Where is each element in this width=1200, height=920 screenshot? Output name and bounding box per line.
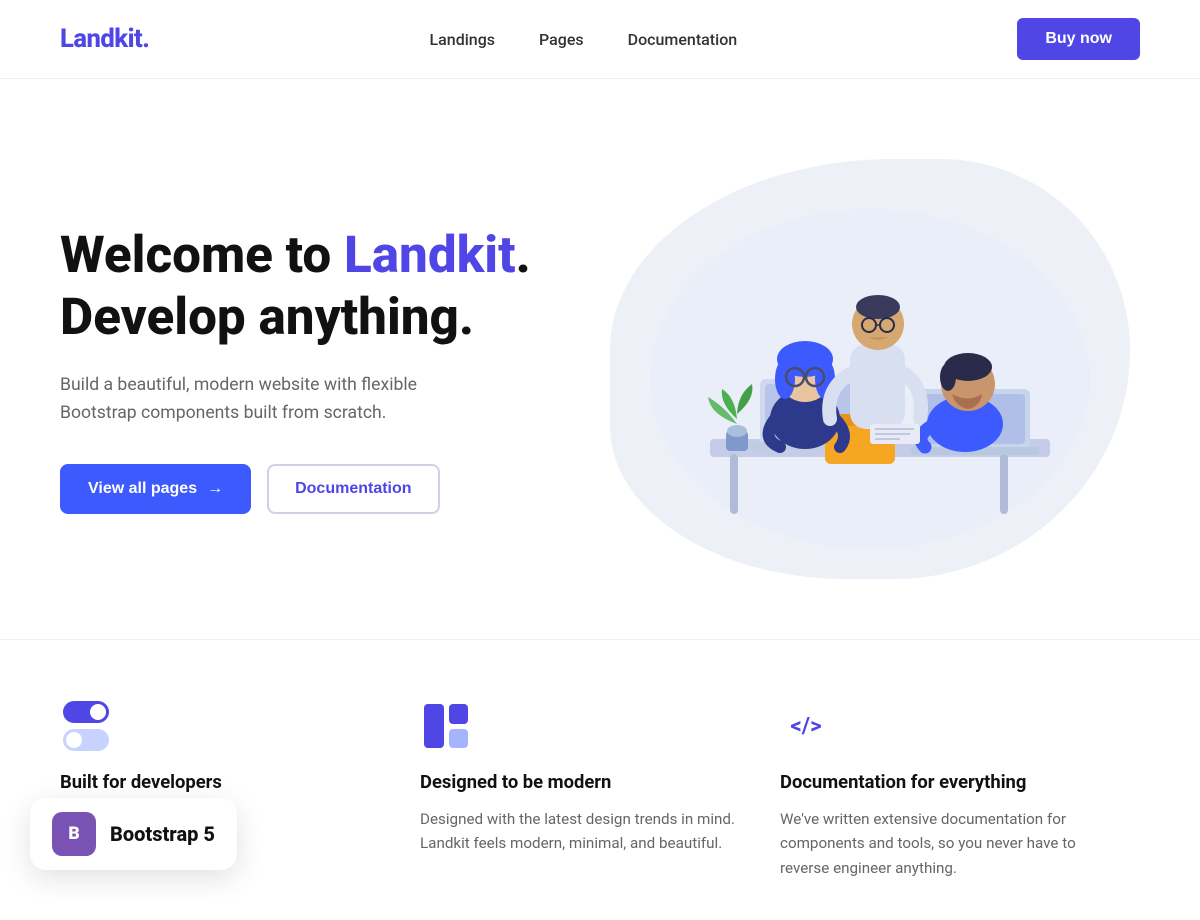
feature-title-developers: Built for developers xyxy=(60,772,400,793)
navbar: Landkit. Landings Pages Documentation Bu… xyxy=(0,0,1200,79)
layout-block-tall xyxy=(424,704,444,748)
view-all-pages-button[interactable]: View all pages → xyxy=(60,464,251,514)
hero-blob xyxy=(610,159,1130,579)
arrow-icon: → xyxy=(207,480,223,498)
layout-block-short2 xyxy=(449,729,469,749)
layout-icon xyxy=(424,704,468,748)
feature-desc-modern: Designed with the latest design trends i… xyxy=(420,807,760,856)
feature-title-documentation: Documentation for everything xyxy=(780,772,1120,793)
hero-title-line2: Develop anything. xyxy=(60,286,474,347)
hero-title-suffix: . xyxy=(516,224,531,285)
toggle-icon xyxy=(63,701,109,751)
feature-modern: Designed to be modern Designed with the … xyxy=(420,700,780,880)
nav-link-pages[interactable]: Pages xyxy=(539,30,584,49)
bootstrap-icon: B xyxy=(52,812,96,856)
feature-icon-developers xyxy=(60,700,112,752)
hero-title-accent: Landkit xyxy=(344,224,516,285)
code-tag-icon: </> xyxy=(790,713,821,739)
hero-title-prefix: Welcome to xyxy=(60,224,344,285)
buy-now-button[interactable]: Buy now xyxy=(1017,18,1140,60)
brand-logo[interactable]: Landkit. xyxy=(60,24,149,54)
bootstrap-badge: B Bootstrap 5 xyxy=(30,798,237,870)
documentation-button[interactable]: Documentation xyxy=(267,464,439,514)
bootstrap-label: Bootstrap 5 xyxy=(110,822,215,846)
feature-icon-modern xyxy=(420,700,472,752)
feature-desc-documentation: We've written extensive documentation fo… xyxy=(780,807,1120,880)
team-illustration xyxy=(630,179,1110,559)
hero-illustration xyxy=(600,159,1140,579)
feature-title-modern: Designed to be modern xyxy=(420,772,760,793)
feature-documentation: </> Documentation for everything We've w… xyxy=(780,700,1140,880)
nav-link-documentation[interactable]: Documentation xyxy=(628,30,738,49)
hero-text: Welcome to Landkit. Develop anything. Bu… xyxy=(60,224,540,513)
toggle-track-off xyxy=(63,729,109,751)
code-open-bracket: </> xyxy=(790,713,821,739)
nav-item-documentation[interactable]: Documentation xyxy=(628,30,738,49)
view-all-pages-label: View all pages xyxy=(88,480,197,498)
feature-icon-documentation: </> xyxy=(780,700,832,752)
layout-block-short1 xyxy=(449,704,469,724)
hero-section: Welcome to Landkit. Develop anything. Bu… xyxy=(0,79,1200,639)
bootstrap-b-letter: B xyxy=(68,824,79,844)
nav-item-pages[interactable]: Pages xyxy=(539,30,584,49)
nav-link-landings[interactable]: Landings xyxy=(430,30,495,49)
hero-title: Welcome to Landkit. Develop anything. xyxy=(60,224,540,347)
nav-links: Landings Pages Documentation xyxy=(430,30,738,49)
hero-buttons: View all pages → Documentation xyxy=(60,464,540,514)
nav-item-landings[interactable]: Landings xyxy=(430,30,495,49)
features-section: Built for developers We make your life e… xyxy=(0,639,1200,920)
hero-subtitle: Build a beautiful, modern website with f… xyxy=(60,371,480,427)
toggle-track-on xyxy=(63,701,109,723)
